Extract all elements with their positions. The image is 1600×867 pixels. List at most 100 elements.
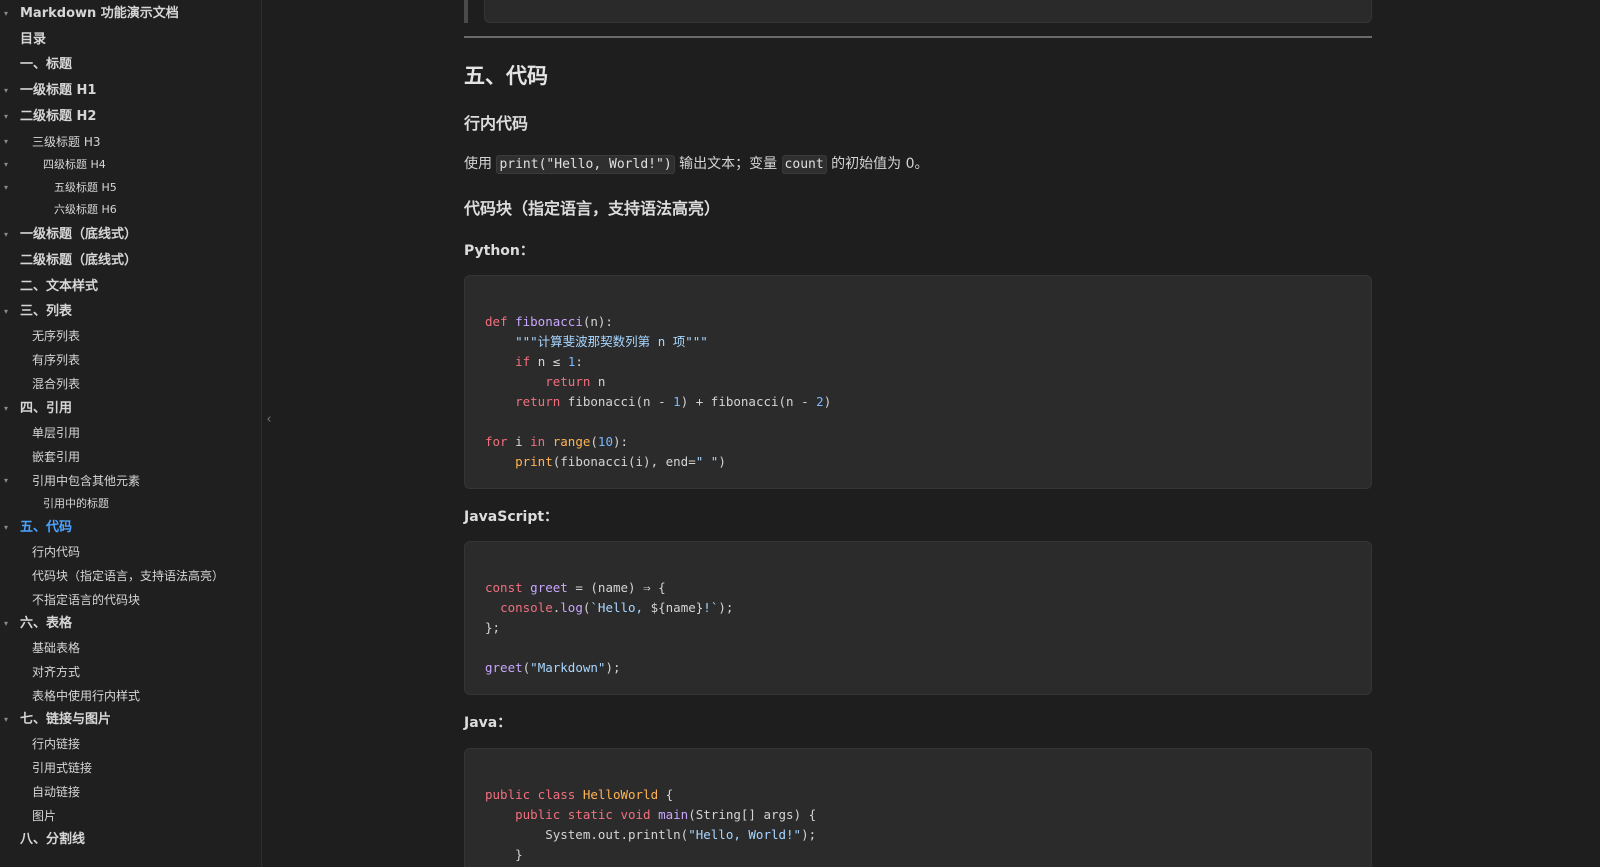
- outline-item[interactable]: 无序列表: [0, 325, 260, 347]
- outline-item[interactable]: ▾ 一级标题 H1: [0, 80, 260, 102]
- chevron-down-icon[interactable]: ▾: [4, 3, 14, 25]
- outline-item[interactable]: ▾ 五、代码: [0, 517, 260, 539]
- code-token: main: [658, 807, 689, 822]
- code-token: !`: [703, 600, 719, 615]
- outline-item[interactable]: 引用式链接: [0, 757, 260, 779]
- outline-item[interactable]: 表格中使用行内样式: [0, 685, 260, 707]
- heading-inline-code: 行内代码: [464, 114, 529, 133]
- chevron-down-icon[interactable]: ▾: [4, 709, 14, 731]
- outline-item[interactable]: ▾ 一级标题（底线式）: [0, 224, 260, 246]
- outline-item-label: 引用中的标题: [43, 497, 109, 510]
- chevron-down-icon[interactable]: ▾: [4, 154, 14, 176]
- outline-item-label: 图片: [32, 809, 57, 823]
- outline-item[interactable]: ▾ 五级标题 H5: [0, 177, 260, 199]
- chevron-down-icon[interactable]: ▾: [4, 177, 14, 199]
- code-token: console: [500, 600, 553, 615]
- code-token: if: [515, 354, 531, 369]
- chevron-down-icon[interactable]: ▾: [4, 224, 14, 246]
- chevron-down-icon[interactable]: ▾: [4, 398, 14, 420]
- code-line: public static void main(String[] args) {: [485, 805, 816, 825]
- outline-item-label: 五级标题 H5: [54, 181, 117, 194]
- outline-item-label: 六、表格: [20, 616, 73, 631]
- code-line: if n ≤ 1:: [485, 352, 583, 372]
- outline-item[interactable]: 行内链接: [0, 733, 260, 755]
- outline-item-label: 一、标题: [20, 57, 73, 72]
- code-token: n ≤: [530, 354, 568, 369]
- chevron-down-icon[interactable]: ▾: [4, 470, 14, 492]
- outline-item[interactable]: ▾ 三级标题 H3: [0, 131, 260, 153]
- outline-item[interactable]: 引用中的标题: [0, 493, 260, 515]
- code-line: return n: [485, 372, 605, 392]
- chevron-down-icon[interactable]: ▾: [4, 106, 14, 128]
- code-token: (n):: [582, 314, 613, 329]
- outline-item[interactable]: 自动链接: [0, 781, 260, 803]
- code-token: n: [590, 374, 606, 389]
- outline-item[interactable]: 混合列表: [0, 373, 260, 395]
- outline-item[interactable]: 对齐方式: [0, 661, 260, 683]
- code-line: for i in range(10):: [485, 432, 628, 452]
- outline-item[interactable]: ▾ 七、链接与图片: [0, 709, 260, 731]
- outline-item[interactable]: 嵌套引用: [0, 446, 260, 468]
- code-token: return: [545, 374, 591, 389]
- chevron-down-icon[interactable]: ▾: [4, 131, 14, 153]
- outline-item-label: 行内代码: [32, 545, 81, 559]
- outline-item-label: 五、代码: [20, 520, 73, 535]
- code-token: in: [530, 434, 546, 449]
- chevron-down-icon[interactable]: ▾: [4, 301, 14, 323]
- outline-item[interactable]: 八、分割线: [0, 829, 260, 851]
- outline-item[interactable]: 代码块（指定语言，支持语法高亮）: [0, 565, 260, 587]
- outline-item[interactable]: 一、标题: [0, 54, 260, 76]
- document-content: 五、代码 行内代码 使用 print("Hello, World!") 输出文本…: [464, 0, 1372, 867]
- code-line: greet("Markdown");: [485, 658, 621, 678]
- inline-code-count: count: [781, 155, 827, 174]
- outline-item-label: 目录: [20, 32, 47, 47]
- outline-item[interactable]: 二级标题（底线式）: [0, 250, 260, 272]
- outline-item-label: 六级标题 H6: [54, 203, 117, 216]
- outline-item[interactable]: 单层引用: [0, 422, 260, 444]
- outline-item[interactable]: 二、文本样式: [0, 276, 260, 298]
- outline-item[interactable]: ▾ 四级标题 H4: [0, 154, 260, 176]
- outline-item-label: 基础表格: [32, 641, 81, 655]
- outline-item[interactable]: 基础表格: [0, 637, 260, 659]
- outline-item[interactable]: 目录: [0, 29, 260, 51]
- outline-item-label: 二级标题（底线式）: [20, 253, 138, 268]
- collapse-sidebar-icon[interactable]: ‹: [262, 410, 276, 430]
- outline-item[interactable]: 六级标题 H6: [0, 199, 260, 221]
- outline-item[interactable]: ▾ 四、引用: [0, 398, 260, 420]
- code-token: = (name) ⇒ {: [567, 580, 666, 595]
- outline-item-label: 行内链接: [32, 737, 81, 751]
- code-line: """计算斐波那契数列第 n 项""": [485, 332, 708, 352]
- outline-item-label: 引用式链接: [32, 761, 93, 775]
- outline-item[interactable]: ▾ Markdown 功能演示文档: [0, 3, 260, 25]
- code-token: (: [590, 434, 598, 449]
- java-code-block[interactable]: public class HelloWorld { public static …: [464, 748, 1372, 867]
- outline-item-label: 四级标题 H4: [43, 158, 106, 171]
- outline-item[interactable]: 不指定语言的代码块: [0, 589, 260, 611]
- chevron-down-icon[interactable]: ▾: [4, 613, 14, 635]
- javascript-label: JavaScript：: [464, 509, 559, 525]
- outline-item-label: 混合列表: [32, 377, 81, 391]
- outline-item[interactable]: 行内代码: [0, 541, 260, 563]
- horizontal-rule: [464, 36, 1372, 38]
- chevron-down-icon[interactable]: ▾: [4, 80, 14, 102]
- outline-item[interactable]: 图片: [0, 805, 260, 827]
- code-token: greet: [530, 580, 568, 595]
- python-code-block[interactable]: def fibonacci(n): """计算斐波那契数列第 n 项""" if…: [464, 275, 1372, 489]
- outline-item[interactable]: ▾ 二级标题 H2: [0, 106, 260, 128]
- javascript-code-block[interactable]: const greet = (name) ⇒ { console.log(`He…: [464, 541, 1372, 695]
- outline-item-label: 单层引用: [32, 426, 81, 440]
- chevron-down-icon[interactable]: ▾: [4, 517, 14, 539]
- outline-item[interactable]: ▾ 引用中包含其他元素: [0, 470, 260, 492]
- outline-item-label: 八、分割线: [20, 832, 86, 847]
- code-token: greet: [485, 660, 523, 675]
- outline-item-label: Markdown 功能演示文档: [20, 6, 179, 21]
- code-token: HelloWorld: [582, 787, 659, 802]
- outline-item[interactable]: ▾ 六、表格: [0, 613, 260, 635]
- outline-item-label: 二、文本样式: [20, 279, 99, 294]
- code-line: System.out.println("Hello, World!");: [485, 825, 816, 845]
- outline-item[interactable]: ▾ 三、列表: [0, 301, 260, 323]
- code-token: System.out.println(: [485, 827, 689, 842]
- outline-item[interactable]: 有序列表: [0, 349, 260, 371]
